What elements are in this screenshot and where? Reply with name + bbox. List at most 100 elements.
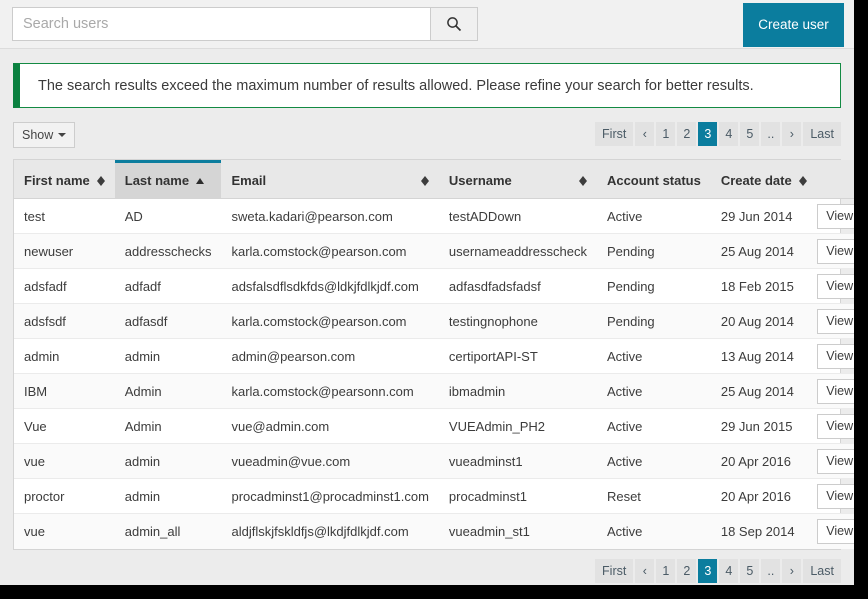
pagination-page-3[interactable]: 3 [698,558,718,583]
sort-both-icon [798,175,807,187]
view-button[interactable]: View [816,518,854,544]
cell-first-name: admin [14,338,115,374]
sort-both-icon [420,175,429,187]
cell-actions: View [816,513,854,549]
cell-last-name: adfasdf [114,303,222,339]
column-header-actions [816,160,854,199]
cell-account-status: Reset [596,478,711,514]
table-row: vue admin_all aldjflskjfskldfjs@lkdjfdlkjd… [14,513,854,549]
cell-username: vueadmin_st1 [438,513,597,549]
view-button[interactable]: View [816,413,854,439]
table-row: admin admin admin@pearson.com certiportAPI-… [14,338,854,374]
pagination-page-5[interactable]: 5 [740,558,760,583]
pagination-page-2[interactable]: 2 [677,122,697,146]
pagination-next[interactable]: › [782,558,802,583]
cell-email: adsfalsdflsdkfds@ldkjfdlkjdf.com [221,268,439,304]
table-row: newuser addresschecks karla.comstock@pears… [14,233,854,269]
cell-account-status: Pending [596,233,711,269]
pagination-bottom: First ‹ 1 2 3 4 5 .. › Last [595,558,841,583]
cell-last-name: admin [114,478,222,514]
pagination-page-5[interactable]: 5 [740,122,760,146]
view-button[interactable]: View [816,378,854,404]
sort-both-icon [578,175,587,187]
pagination-first[interactable]: First [595,558,634,583]
search-limit-alert: The search results exceed the maximum nu… [13,63,841,108]
column-header-account-status[interactable]: Account status [596,160,711,199]
cell-create-date: 13 Aug 2014 [710,338,817,374]
cell-account-status: Active [596,443,711,479]
cell-last-name: admin [114,443,222,479]
cell-last-name: Admin [114,373,222,409]
show-dropdown-label: Show [22,128,54,142]
column-label: Account status [606,173,701,188]
pagination-prev[interactable]: ‹ [635,558,655,583]
pagination-page-3[interactable]: 3 [698,122,718,146]
view-button[interactable]: View [816,238,854,264]
table-row: adsfadf adfadf adsfalsdflsdkfds@ldkjfdlkjd… [14,268,854,304]
users-table-container: First name Last name Email Username Acco… [13,159,854,550]
cell-create-date: 25 Aug 2014 [710,233,817,269]
pagination-last[interactable]: Last [803,558,841,583]
view-button[interactable]: View [816,203,854,229]
search-button[interactable] [430,7,478,41]
pagination-page-4[interactable]: 4 [719,558,739,583]
pagination-last[interactable]: Last [803,122,841,146]
cell-first-name: vue [14,513,115,549]
pagination-first[interactable]: First [595,122,634,146]
cell-create-date: 18 Sep 2014 [710,513,817,549]
column-header-email[interactable]: Email [221,160,439,199]
cell-first-name: vue [14,443,115,479]
cell-create-date: 29 Jun 2014 [710,198,817,234]
cell-create-date: 20 Apr 2016 [710,443,817,479]
column-label: Last name [124,173,190,188]
table-row: proctor admin procadminst1@procadminst1.co… [14,478,854,514]
column-header-username[interactable]: Username [438,160,597,199]
cell-account-status: Active [596,373,711,409]
cell-username: certiportAPI-ST [438,338,597,374]
pagination-page-2[interactable]: 2 [677,558,697,583]
cell-email: karla.comstock@pearson.com [221,233,439,269]
pagination-page-1[interactable]: 1 [656,558,676,583]
cell-first-name: proctor [14,478,115,514]
cell-email: admin@pearson.com [221,338,439,374]
cell-first-name: Vue [14,408,115,444]
cell-actions: View [816,478,854,514]
cell-username: adfasdfadsfadsf [438,268,597,304]
search-icon [446,16,462,32]
pagination-page-4[interactable]: 4 [719,122,739,146]
table-row: test AD sweta.kadari@pearson.com testADDown… [14,198,854,234]
user-management-page: Create user The search results exceed th… [0,0,868,599]
cell-email: vueadmin@vue.com [221,443,439,479]
view-button[interactable]: View [816,308,854,334]
pagination-next[interactable]: › [782,122,802,146]
search-input[interactable] [12,7,430,41]
column-header-first-name[interactable]: First name [14,160,115,199]
cell-create-date: 20 Aug 2014 [710,303,817,339]
cell-first-name: adsfsdf [14,303,115,339]
create-user-button[interactable]: Create user [743,3,844,47]
column-label: Email [231,173,267,188]
cell-account-status: Active [596,338,711,374]
cell-last-name: addresschecks [114,233,222,269]
pagination-top: First ‹ 1 2 3 4 5 .. › Last [595,122,841,146]
column-label: Username [448,173,512,188]
show-dropdown-button[interactable]: Show [13,122,76,148]
cell-actions: View [816,338,854,374]
view-button[interactable]: View [816,273,854,299]
table-row: Vue Admin vue@admin.com VUEAdmin_PH2 Active 2… [14,408,854,444]
search-group [12,7,478,41]
column-header-create-date[interactable]: Create date [710,160,817,199]
view-button[interactable]: View [816,343,854,369]
caret-down-icon [58,133,67,137]
pagination-ellipsis[interactable]: .. [761,558,781,583]
view-button[interactable]: View [816,483,854,509]
cell-account-status: Pending [596,303,711,339]
cell-email: karla.comstock@pearsonn.com [221,373,439,409]
pagination-page-1[interactable]: 1 [656,122,676,146]
view-button[interactable]: View [816,448,854,474]
pagination-prev[interactable]: ‹ [635,122,655,146]
pagination-ellipsis[interactable]: .. [761,122,781,146]
column-header-last-name[interactable]: Last name [114,160,222,199]
sort-ascending-icon [196,177,205,184]
cell-last-name: admin_all [114,513,222,549]
